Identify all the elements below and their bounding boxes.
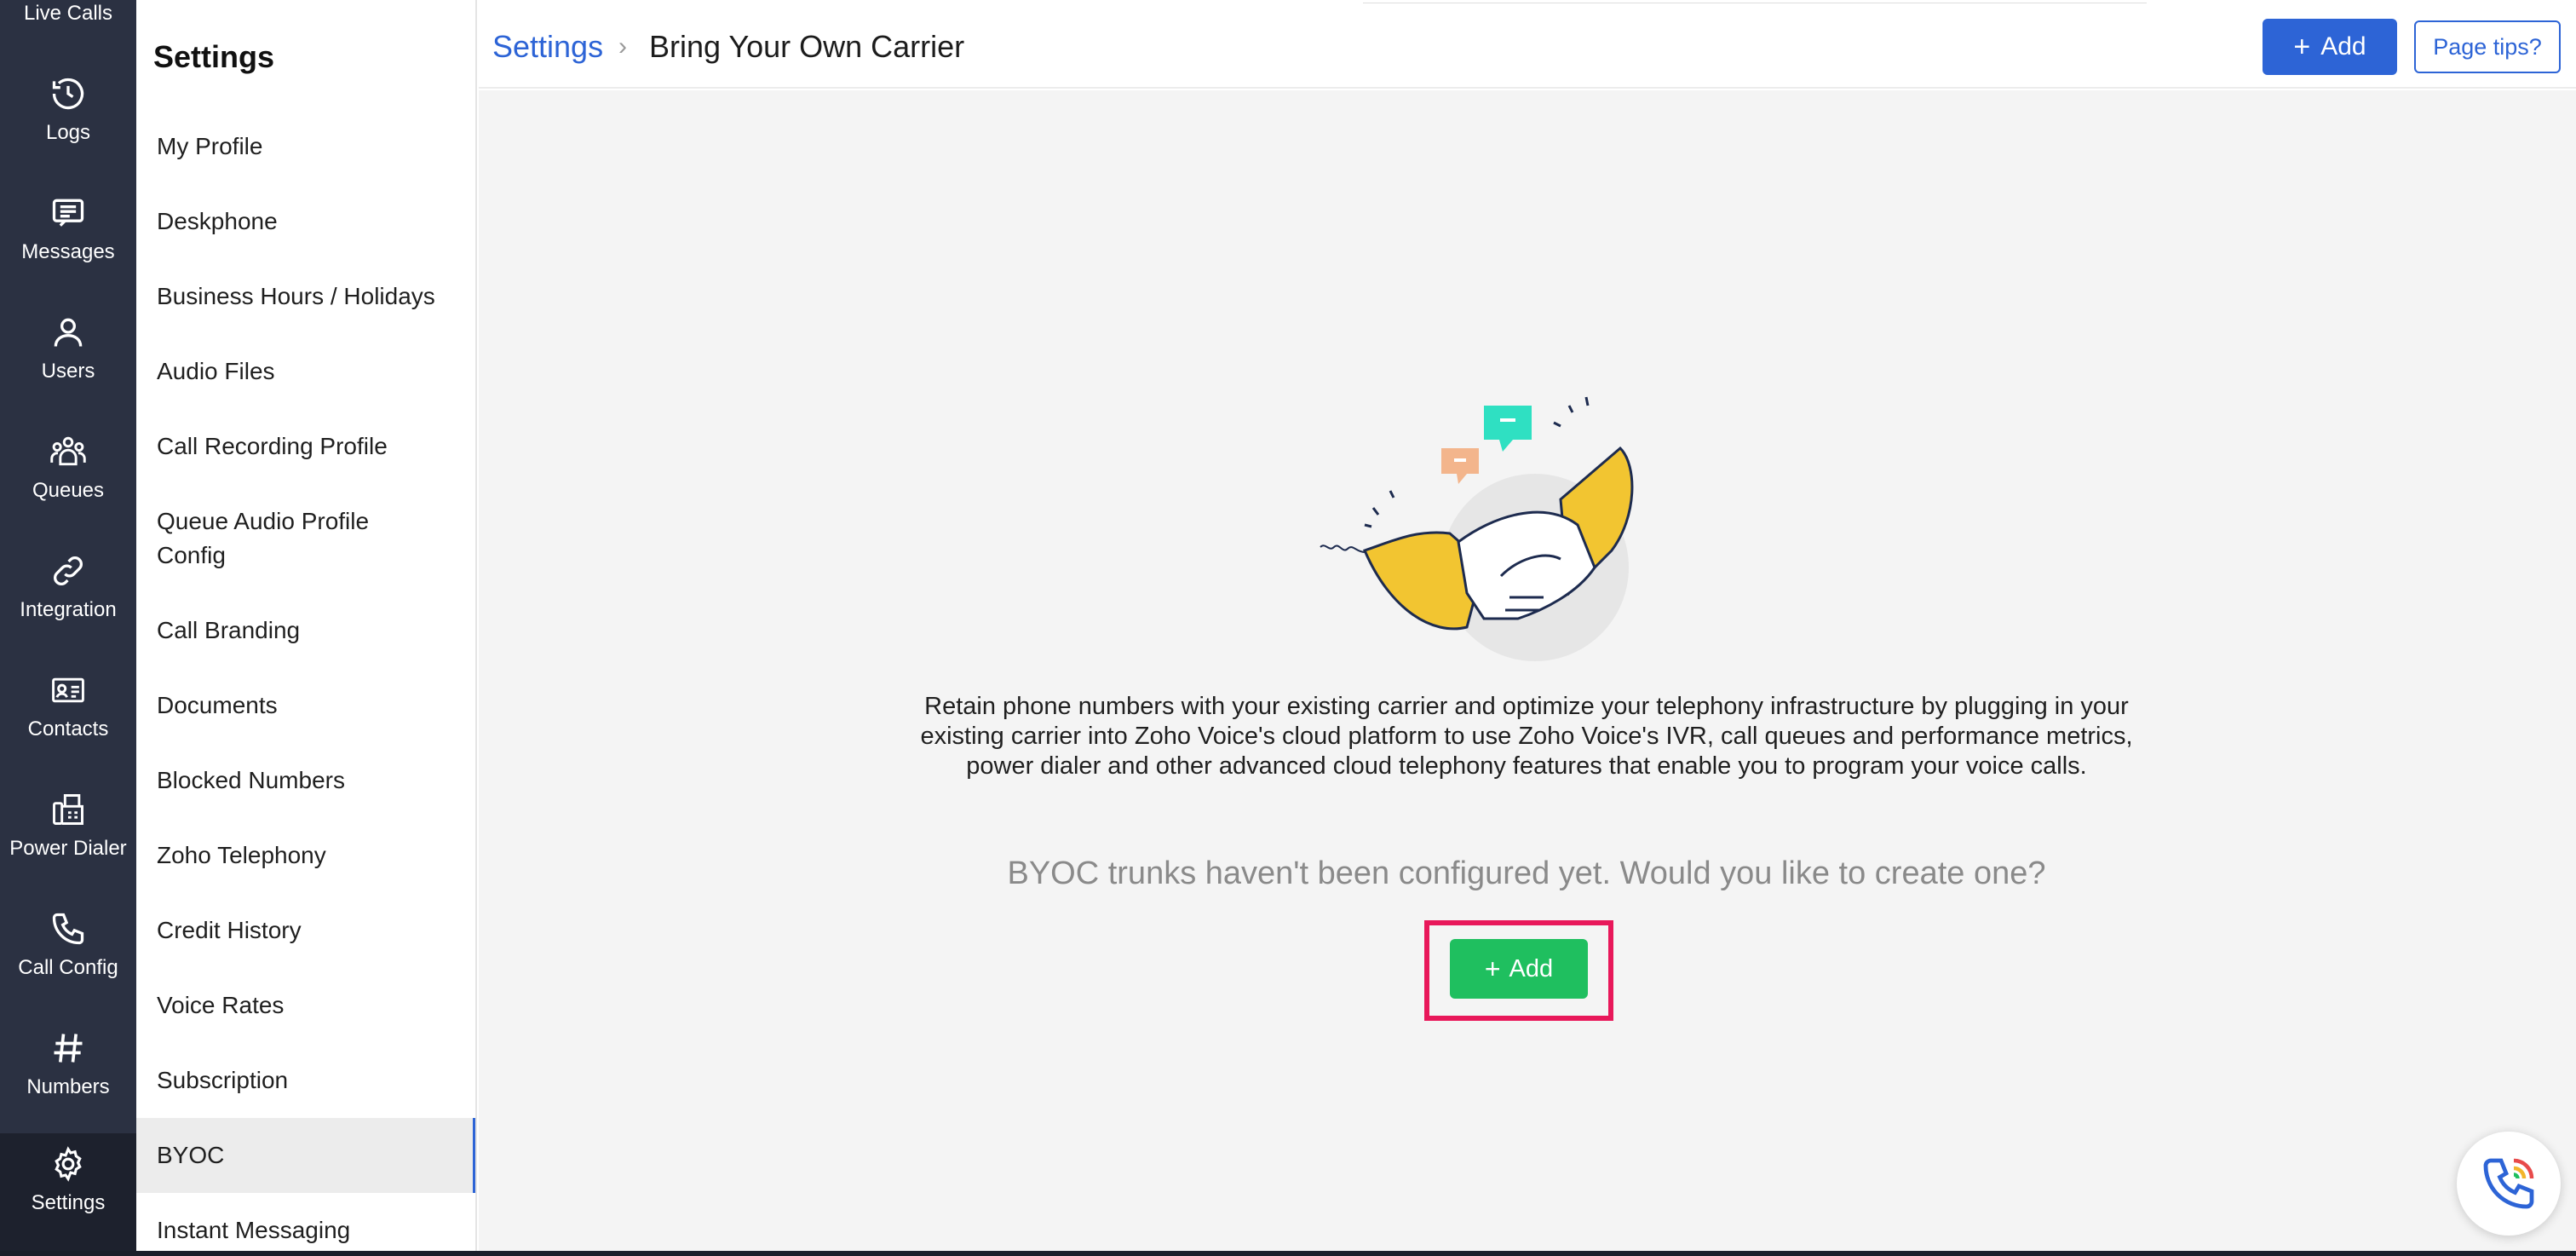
hash-icon [54, 1034, 83, 1063]
message-icon [52, 199, 84, 227]
add-button-header[interactable]: + Add [2263, 19, 2397, 75]
sidebar-item-subscription[interactable]: Subscription [136, 1063, 475, 1098]
user-icon [54, 318, 83, 347]
rail-item-power-dialer[interactable]: Power Dialer [0, 779, 136, 898]
sidebar-item-my-profile[interactable]: My Profile [136, 130, 475, 164]
gear-icon [55, 1146, 82, 1182]
rail-label: Integration [20, 598, 117, 621]
rail-item-integration[interactable]: Integration [0, 540, 136, 660]
rail-item-numbers[interactable]: Numbers [0, 1017, 136, 1137]
rail-item-messages[interactable]: Messages [0, 182, 136, 302]
page-title: Bring Your Own Carrier [649, 29, 965, 64]
sidebar-item-business-hours[interactable]: Business Hours / Holidays [136, 279, 475, 314]
sidebar-item-byoc[interactable]: BYOC [136, 1118, 475, 1193]
sidebar-item-blocked-numbers[interactable]: Blocked Numbers [136, 763, 475, 798]
sidebar-item-audio-files[interactable]: Audio Files [136, 354, 475, 389]
rail-label: Messages [21, 240, 115, 263]
rail-label: Numbers [26, 1075, 110, 1098]
sidebar-item-deskphone[interactable]: Deskphone [136, 205, 475, 239]
contact-card-icon [52, 677, 84, 703]
breadcrumb-settings-link[interactable]: Settings [492, 29, 603, 65]
rail-item-queues[interactable]: Queues [0, 421, 136, 540]
phone-icon [52, 913, 84, 945]
add-button-label: Add [2320, 32, 2366, 60]
rail-label: Logs [45, 121, 91, 144]
byoc-description: Retain phone numbers with your existing … [920, 693, 2133, 780]
sidebar-item-voice-rates[interactable]: Voice Rates [136, 988, 475, 1023]
rail-item-live-calls[interactable]: Live Calls [0, 2, 136, 26]
sidebar-item-queue-audio-profile-config[interactable]: Queue Audio Profile Config [136, 504, 443, 573]
page-tips-button[interactable]: Page tips? [2414, 20, 2561, 73]
rail-item-logs[interactable]: Logs [0, 63, 136, 182]
sidebar-item-instant-messaging[interactable]: Instant Messaging [136, 1213, 475, 1247]
add-trunk-button[interactable]: + Add [1450, 939, 1588, 999]
handshake-illustration [1320, 396, 1634, 661]
fax-icon [53, 794, 83, 825]
sidebar-item-documents[interactable]: Documents [136, 688, 475, 723]
bottom-border [0, 1251, 2576, 1256]
phone-call-icon [2483, 1158, 2534, 1209]
sidebar-item-zoho-telephony[interactable]: Zoho Telephony [136, 838, 475, 873]
empty-state-message: BYOC trunks haven't been configured yet.… [1007, 856, 2046, 891]
sidebar-item-call-recording-profile[interactable]: Call Recording Profile [136, 429, 475, 464]
plus-icon: + [1484, 954, 1501, 984]
call-widget-button[interactable] [2457, 1132, 2561, 1236]
rail-label: Queues [32, 479, 105, 502]
main-content: Retain phone numbers with your existing … [479, 90, 2576, 1251]
sidebar-item-call-branding[interactable]: Call Branding [136, 614, 475, 648]
rail-label: Users [41, 360, 95, 383]
rail-item-settings[interactable]: Settings [0, 1133, 136, 1256]
plus-icon: + [2293, 31, 2311, 63]
rail-label: Settings [31, 1191, 106, 1214]
link-icon [54, 556, 83, 585]
page-header: Settings › Bring Your Own Carrier + Add … [479, 0, 2576, 89]
breadcrumb-separator: › [618, 32, 627, 60]
icon-rail: Live Calls Logs Messages Users Queues In… [0, 0, 136, 1256]
rail-label: Call Config [18, 956, 118, 979]
rail-label: Contacts [27, 717, 109, 740]
history-icon [52, 78, 84, 110]
rail-item-call-config[interactable]: Call Config [0, 898, 136, 1017]
sidebar-title: Settings [153, 39, 275, 74]
add-button-label: Add [1509, 954, 1554, 982]
rail-label: Power Dialer [9, 837, 127, 860]
rail-item-contacts[interactable]: Contacts [0, 660, 136, 779]
top-tab-strip [1363, 0, 2147, 3]
rail-item-users[interactable]: Users [0, 302, 136, 421]
queues-icon [50, 436, 86, 466]
settings-sidebar: Settings My Profile Deskphone Business H… [136, 0, 477, 1256]
sidebar-item-credit-history[interactable]: Credit History [136, 913, 475, 948]
